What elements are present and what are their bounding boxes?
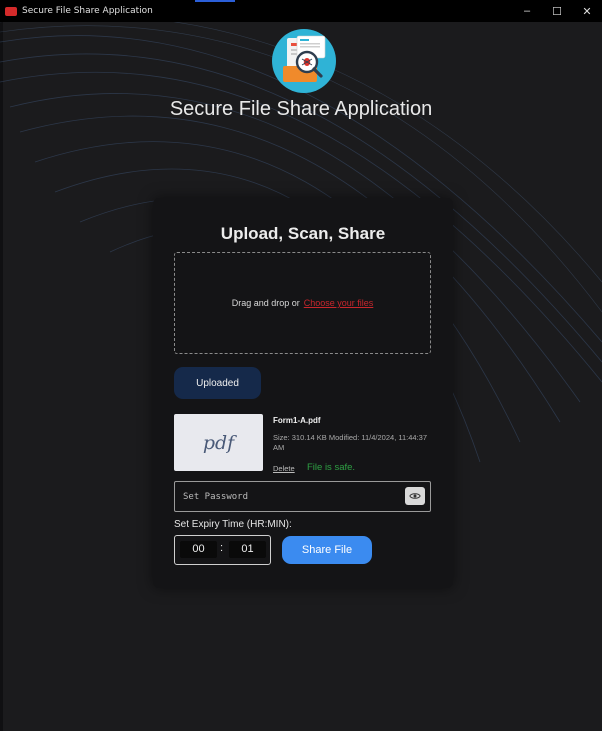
close-button[interactable]: ✕ [572,0,602,22]
password-input[interactable] [183,482,403,511]
share-file-button[interactable]: Share File [282,536,372,564]
dropzone-text: Drag and drop or [231,298,300,308]
password-field [174,481,431,512]
window-controls: – ☐ ✕ [512,0,602,22]
file-thumbnail: pdf [174,414,263,471]
toggle-password-button[interactable] [405,487,425,505]
file-name: Form1-A.pdf [273,416,321,425]
upload-card: Upload, Scan, Share Drag and drop or Cho… [153,198,453,588]
app-icon [5,6,17,16]
file-thumbnail-label: pdf [202,431,235,454]
scan-status-text: File is safe. [307,462,356,473]
app-title: Secure File Share Application [169,98,433,120]
expiry-time-input: 00 : 01 [174,535,271,565]
uploaded-button[interactable]: Uploaded [174,367,261,399]
window-title: Secure File Share Application [22,6,153,16]
choose-files-link[interactable]: Choose your files [304,298,374,308]
window-titlebar: Secure File Share Application – ☐ ✕ [0,0,602,22]
file-meta: Size: 310.14 KB Modified: 11/4/2024, 11:… [273,433,427,452]
eye-icon [409,493,421,499]
maximize-button[interactable]: ☐ [542,0,572,22]
expiry-minutes-input[interactable]: 01 [229,541,266,558]
delete-file-link[interactable]: Delete [273,464,295,473]
expiry-hours-input[interactable]: 00 [180,541,217,558]
document-bug-scan-icon [272,29,336,93]
card-title: Upload, Scan, Share [220,224,386,243]
minimize-button[interactable]: – [512,0,542,22]
file-dropzone[interactable]: Drag and drop or Choose your files [174,252,431,354]
time-separator: : [220,542,224,554]
taskbar-accent-line [195,0,235,2]
expiry-label: Set Expiry Time (HR:MIN): [174,519,292,530]
